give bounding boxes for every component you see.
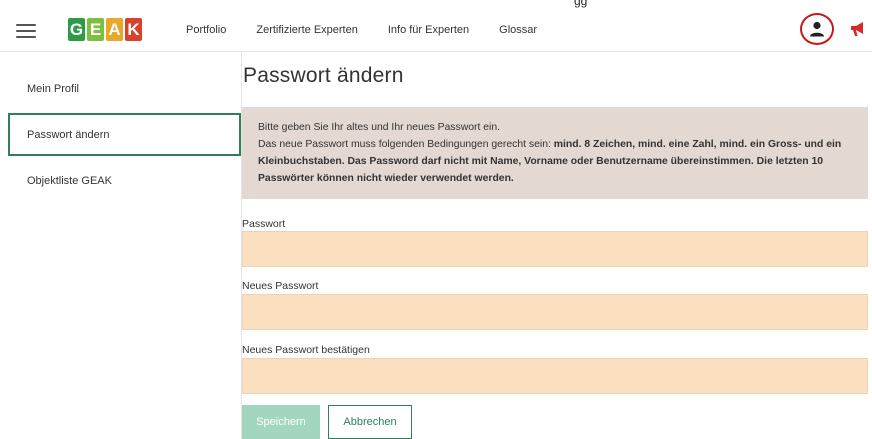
logo-letter-a: A (106, 18, 123, 41)
current-password-label: Passwort (242, 218, 286, 230)
top-header: G E A K Portfolio Zertifizierte Experten… (0, 8, 872, 52)
clipped-glyph: gg (574, 0, 588, 8)
current-password-field-wrap (242, 231, 868, 267)
sidebar-item-objektliste-geak[interactable]: Objektliste GEAK (8, 159, 241, 202)
cancel-button[interactable]: Abbrechen (328, 405, 412, 439)
logo-letter-g: G (68, 18, 85, 41)
new-password-label: Neues Passwort (242, 280, 319, 292)
notice-line-2-prefix: Das neue Passwort muss folgenden Bedingu… (258, 139, 554, 150)
user-icon (810, 21, 824, 37)
logo-letter-k: K (125, 18, 142, 41)
nav-glossar[interactable]: Glossar (499, 24, 537, 36)
logo-letter-e: E (87, 18, 104, 41)
confirm-password-label: Neues Passwort bestätigen (242, 344, 370, 356)
main-content: Passwort ändern Bitte geben Sie Ihr alte… (242, 52, 872, 439)
profile-sidebar: Mein Profil Passwort ändern Objektliste … (8, 52, 242, 439)
new-password-field-wrap (242, 294, 868, 330)
page-title: Passwort ändern (243, 64, 404, 87)
sidebar-item-label: Objektliste GEAK (27, 174, 112, 187)
notice-line-1: Bitte geben Sie Ihr altes und Ihr neues … (258, 122, 501, 133)
sidebar-item-label: Mein Profil (27, 82, 79, 95)
new-password-input[interactable] (243, 295, 867, 329)
sidebar-item-passwort-aendern[interactable]: Passwort ändern (8, 113, 241, 156)
confirm-password-input[interactable] (243, 359, 867, 393)
confirm-password-field-wrap (242, 358, 868, 394)
main-nav: Portfolio Zertifizierte Experten Info fü… (186, 8, 567, 52)
current-password-input[interactable] (243, 232, 867, 266)
top-edge: gg (0, 0, 872, 8)
geak-logo[interactable]: G E A K (68, 18, 142, 41)
sidebar-item-label: Passwort ändern (27, 128, 110, 141)
nav-portfolio[interactable]: Portfolio (186, 24, 226, 36)
nav-info-fuer-experten[interactable]: Info für Experten (388, 24, 469, 36)
profile-button[interactable] (800, 13, 834, 45)
megaphone-icon[interactable] (850, 20, 866, 43)
save-button[interactable]: Speichern (242, 405, 320, 439)
hamburger-icon[interactable] (16, 24, 36, 38)
password-rules-notice: Bitte geben Sie Ihr altes und Ihr neues … (242, 107, 868, 199)
nav-zertifizierte-experten[interactable]: Zertifizierte Experten (256, 24, 357, 36)
sidebar-item-mein-profil[interactable]: Mein Profil (8, 67, 241, 110)
